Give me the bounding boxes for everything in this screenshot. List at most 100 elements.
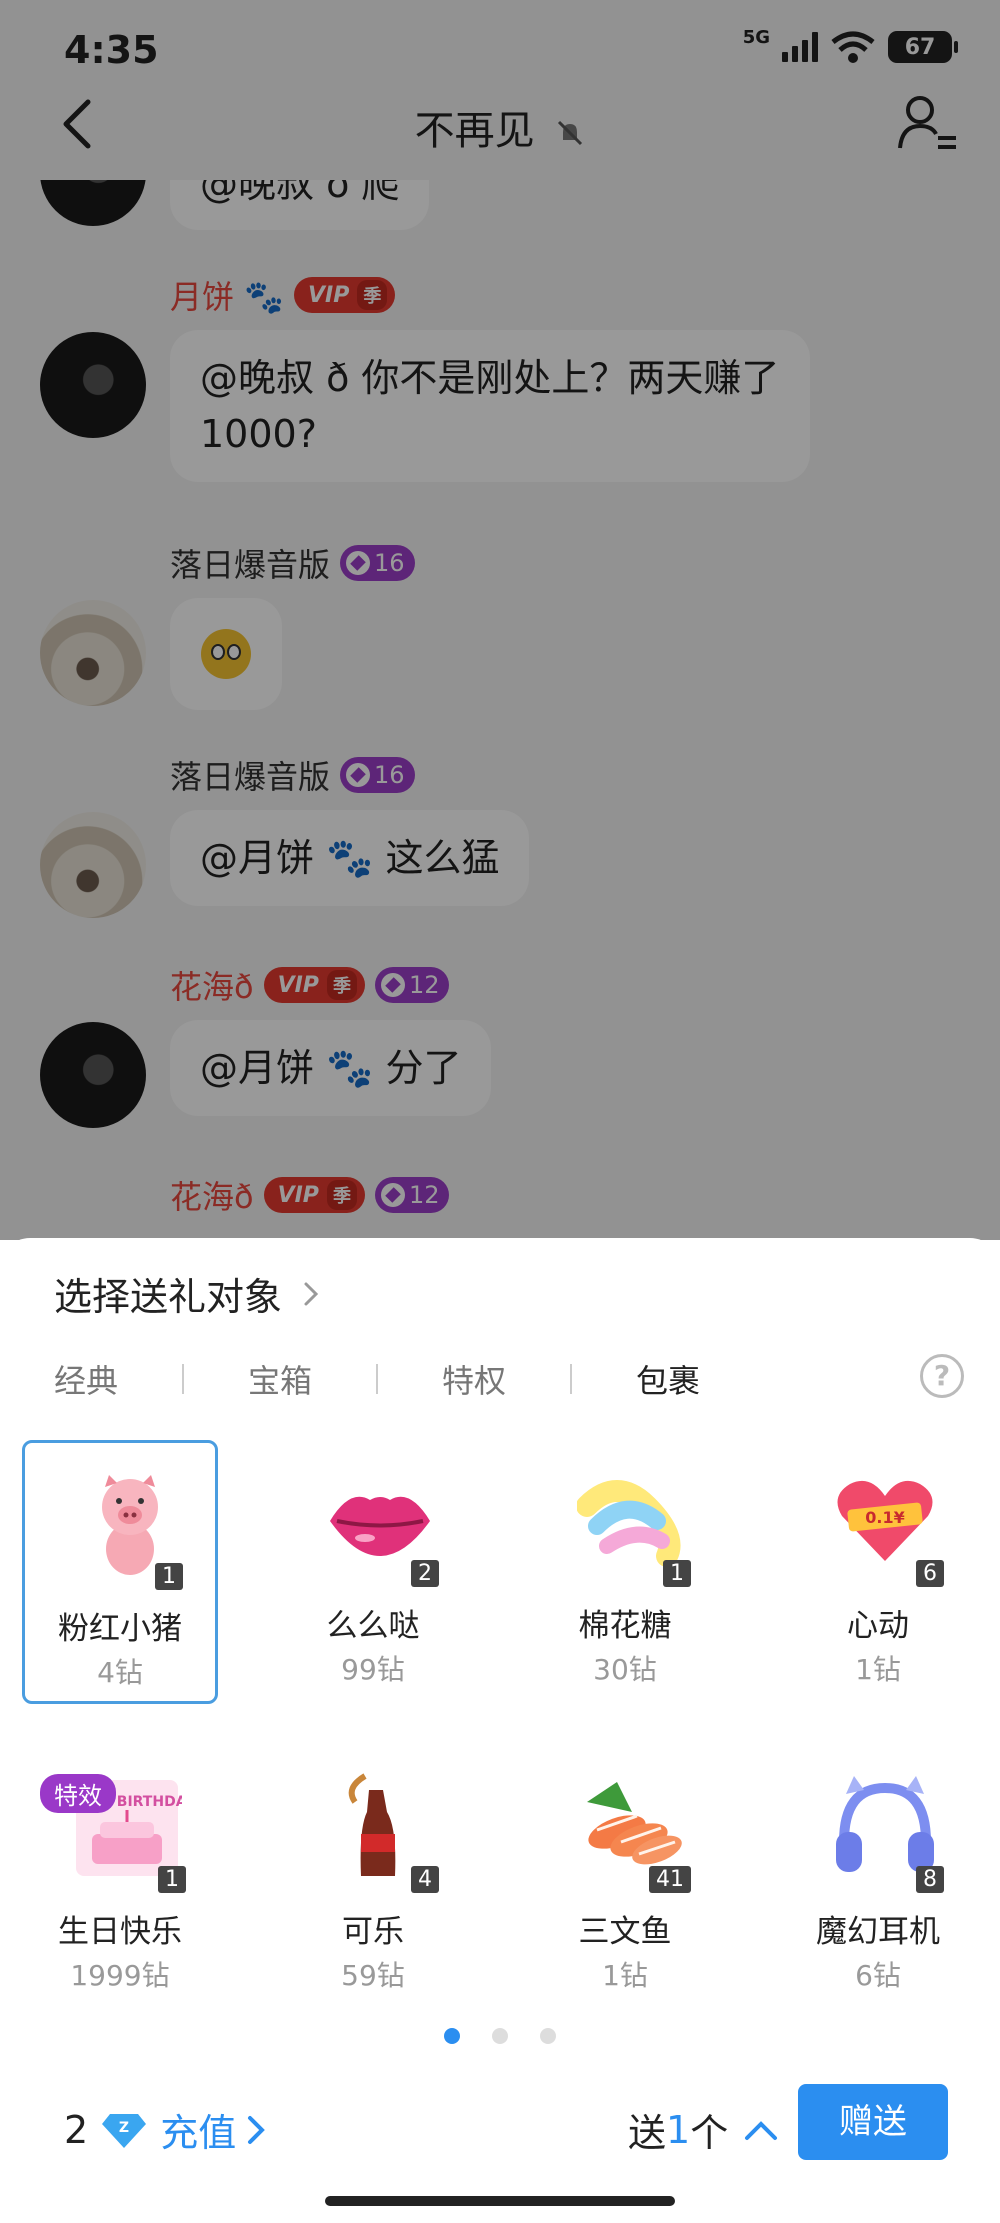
gift-name: 可乐 (342, 1914, 404, 1950)
wifi-icon (831, 31, 875, 63)
vip-badge: VIP 季 (294, 277, 396, 313)
sender-name-text: 花海ð (170, 1178, 254, 1216)
message-bubble[interactable]: @晚叔 ð 你不是刚处上？两天赚了1000? (170, 330, 810, 482)
effect-tag: 特效 (40, 1774, 116, 1813)
gift-name: 三文鱼 (578, 1914, 672, 1950)
tab-backpack[interactable]: 包裹 (636, 1356, 700, 1402)
gift-count: 1 (155, 1563, 183, 1590)
gift-count: 2 (411, 1560, 439, 1587)
gift-price: 30钻 (593, 1653, 657, 1686)
tab-divider (376, 1364, 379, 1394)
diamond-icon (346, 551, 371, 575)
vip-badge: VIP 季 (263, 1177, 365, 1213)
message-text: @晚叔 ð 你不是刚处上？两天赚了1000? (200, 356, 780, 456)
help-icon[interactable]: ? (920, 1354, 964, 1398)
gift-item[interactable]: 41 三文鱼 1钻 (527, 1746, 723, 2010)
modal-overlay[interactable] (0, 0, 1000, 1240)
group-members-icon[interactable] (896, 90, 960, 154)
gift-item[interactable]: 2 么么哒 99钻 (275, 1440, 471, 1704)
vip-badge: VIP 季 (263, 967, 365, 1003)
gift-price: 59钻 (341, 1959, 405, 1992)
level-badge: 12 (374, 967, 450, 1003)
gift-item[interactable]: 8 魔幻耳机 6钻 (780, 1746, 976, 2010)
chat-area: 4:35 5G 67 不再见 @晚叔 ð 爬 月饼 🐾 VIP 季 @晚叔 ð … (0, 0, 1000, 1240)
message-bubble[interactable]: @月饼 🐾 分了 (170, 1020, 492, 1116)
signal-icon (782, 32, 818, 62)
sender-name[interactable]: 落日爆音版 16 (170, 540, 415, 586)
gift-sheet: 选择送礼对象 经典 宝箱 特权 包裹 ? 1 粉红小猪 4钻 2 么么哒 99钻… (0, 1238, 1000, 2223)
chevron-up-icon (745, 2120, 778, 2140)
tab-treasure-box[interactable]: 宝箱 (248, 1356, 312, 1402)
gift-name: 么么哒 (326, 1608, 420, 1644)
tab-classic[interactable]: 经典 (54, 1356, 118, 1402)
gift-price: 6钻 (855, 1959, 901, 1992)
level-badge: 16 (340, 545, 415, 581)
bell-muted-icon (558, 120, 583, 146)
sender-name[interactable]: 花海ð VIP 季 12 (170, 1172, 450, 1218)
gift-price: 1钻 (855, 1653, 901, 1686)
message-text: @晚叔 ð 爬 (200, 162, 400, 206)
message-text: @月饼 🐾 分了 (200, 1046, 462, 1090)
diamond-icon (380, 1183, 405, 1207)
tab-divider (570, 1364, 573, 1394)
status-time: 4:35 (64, 28, 159, 72)
gift-count: 1 (663, 1560, 691, 1587)
qty-prefix: 送 (628, 2111, 667, 2155)
chevron-right-icon (304, 1282, 319, 1305)
gift-count: 8 (916, 1866, 944, 1893)
recharge-label: 充值 (160, 2111, 237, 2155)
gift-footer: 2 Z 充值 送 1 个 赠送 (0, 2078, 1000, 2188)
gift-item[interactable]: 4 可乐 59钻 (275, 1746, 471, 2010)
sender-name[interactable]: 落日爆音版 16 (170, 752, 415, 798)
home-indicator[interactable] (325, 2196, 675, 2206)
message-text: @月饼 🐾 这么猛 (200, 836, 500, 880)
recharge-button[interactable]: 充值 (160, 2102, 268, 2157)
select-target-label: 选择送礼对象 (54, 1275, 283, 1319)
gift-price: 1钻 (602, 1959, 648, 1992)
select-gift-target[interactable]: 选择送礼对象 (54, 1266, 324, 1321)
avatar[interactable] (40, 332, 146, 438)
gift-name: 心动 (847, 1608, 909, 1644)
svg-text:0.1¥: 0.1¥ (865, 1508, 904, 1527)
page-indicator (0, 2028, 1000, 2044)
gift-price: 4钻 (97, 1656, 143, 1689)
send-gift-button[interactable]: 赠送 (798, 2084, 948, 2160)
gift-item[interactable]: 0.1¥ 6 心动 1钻 (780, 1440, 976, 1704)
avatar[interactable] (40, 600, 146, 706)
sender-name[interactable]: 月饼 🐾 VIP 季 (170, 272, 396, 318)
gift-count: 4 (411, 1866, 439, 1893)
gift-item[interactable]: 1 棉花糖 30钻 (527, 1440, 723, 1704)
gift-name: 生日快乐 (58, 1914, 182, 1950)
level-badge: 16 (340, 757, 415, 793)
page-dot[interactable] (444, 2028, 460, 2044)
sender-name[interactable]: 花海ð VIP 季 12 (170, 962, 450, 1008)
diamond-icon (346, 763, 371, 787)
avatar[interactable] (40, 1022, 146, 1128)
gift-price: 99钻 (341, 1653, 405, 1686)
sender-name-text: 月饼 🐾 (170, 278, 285, 316)
diamond-icon (380, 973, 405, 997)
message-bubble[interactable] (170, 598, 282, 710)
flushed-face-emoji-icon (201, 629, 251, 679)
page-dot[interactable] (540, 2028, 556, 2044)
tab-privilege[interactable]: 特权 (442, 1356, 506, 1402)
gift-name: 棉花糖 (578, 1608, 672, 1644)
gift-count: 1 (158, 1866, 186, 1893)
tab-divider (182, 1364, 185, 1394)
screen: { "status_bar": {"time": "4:35", "networ… (0, 0, 1000, 2223)
gift-price: 1999钻 (70, 1959, 170, 1992)
gift-name: 粉红小猪 (58, 1611, 182, 1647)
avatar[interactable] (40, 812, 146, 918)
gift-item[interactable]: 1 粉红小猪 4钻 (22, 1440, 218, 1704)
gift-name: 魔幻耳机 (816, 1914, 940, 1950)
battery-icon: 67 (888, 31, 958, 63)
network-type: 5G (742, 26, 770, 48)
page-dot[interactable] (492, 2028, 508, 2044)
sender-name-text: 花海ð (170, 968, 254, 1006)
message-bubble[interactable]: @月饼 🐾 这么猛 (170, 810, 530, 906)
svg-text:Z: Z (119, 2120, 129, 2136)
sender-name-text: 落日爆音版 (170, 546, 331, 584)
quantity-selector[interactable]: 送 1 个 (628, 2102, 778, 2157)
gift-item[interactable]: 特效 HAPPY BIRTHDAY 1 生日快乐 1999钻 (22, 1746, 218, 2010)
sender-name-text: 落日爆音版 (170, 758, 331, 796)
